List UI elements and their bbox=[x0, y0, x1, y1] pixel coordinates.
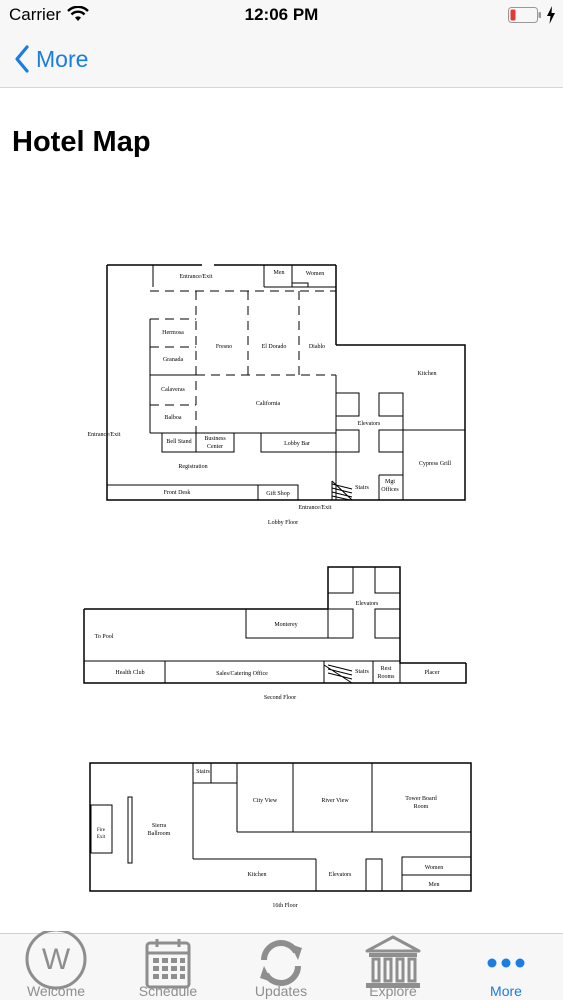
map-label: Rest bbox=[381, 666, 392, 672]
clock: 12:06 PM bbox=[244, 5, 319, 24]
tab-bar: W Welcome Schedule Updates Explore More bbox=[0, 931, 563, 1000]
map-label: City View bbox=[253, 798, 278, 804]
map-label: Tower Board bbox=[405, 796, 436, 802]
map-label: Calaveras bbox=[161, 387, 185, 393]
tab-explore[interactable]: Explore bbox=[337, 934, 449, 1000]
map-label: Lobby Bar bbox=[284, 441, 310, 447]
map-label: Center bbox=[207, 444, 223, 450]
map-label: Front Desk bbox=[164, 490, 191, 496]
floor-caption: 16th Floor bbox=[272, 903, 297, 909]
chevron-left-icon bbox=[15, 45, 29, 73]
map-label: Business bbox=[204, 436, 226, 442]
map-label: Elevators bbox=[329, 872, 352, 878]
tab-more[interactable]: More bbox=[450, 934, 562, 1000]
map-label: Fire bbox=[97, 828, 106, 833]
charging-bolt-icon bbox=[547, 6, 555, 24]
tab-welcome[interactable]: W Welcome bbox=[0, 931, 112, 1000]
page-title: Hotel Map bbox=[12, 126, 151, 158]
map-label: Entrance/Exit bbox=[299, 505, 332, 511]
map-label: Gift Shop bbox=[266, 490, 290, 497]
tab-updates[interactable]: Updates bbox=[225, 934, 337, 1000]
map-label: Sales/Catering Office bbox=[216, 670, 268, 677]
map-label: Diablo bbox=[309, 344, 325, 350]
map-label: Ballroom bbox=[148, 831, 171, 837]
battery-icon bbox=[508, 7, 541, 23]
map-label: Women bbox=[306, 271, 325, 277]
refresh-icon bbox=[260, 940, 302, 986]
map-label: Mgt bbox=[385, 479, 395, 485]
calendar-icon bbox=[145, 939, 191, 989]
map-label: Kitchen bbox=[248, 872, 267, 878]
map-label: Health Club bbox=[115, 670, 144, 676]
map-label: Stairs bbox=[196, 769, 210, 775]
map-label: El Dorado bbox=[262, 344, 287, 350]
floor-caption: Second Floor bbox=[264, 695, 296, 701]
map-label: Entrance/Exit bbox=[88, 432, 121, 438]
map-label: Exit bbox=[97, 835, 106, 840]
tab-schedule-label: Schedule bbox=[138, 983, 198, 999]
tab-more-label: More bbox=[490, 983, 522, 999]
map-label: Men bbox=[274, 270, 285, 276]
map-label: Stairs bbox=[355, 485, 369, 491]
map-label: Men bbox=[429, 882, 440, 888]
map-label: Monterey bbox=[274, 622, 297, 628]
tab-updates-label: Updates bbox=[254, 983, 308, 999]
navigation-bar: More bbox=[0, 30, 563, 88]
map-label: Room bbox=[414, 804, 429, 810]
map-label: Hermosa bbox=[162, 330, 184, 336]
map-label: Bell Stand bbox=[166, 439, 191, 445]
map-label: To Pool bbox=[95, 634, 114, 640]
map-label: Sierra bbox=[152, 823, 167, 829]
map-label: Placer bbox=[425, 670, 440, 676]
map-label: Elevators bbox=[356, 601, 379, 607]
map-label: Registration bbox=[178, 464, 207, 470]
map-label: Fresno bbox=[216, 344, 232, 350]
tab-schedule[interactable]: Schedule bbox=[112, 934, 224, 1000]
map-label: Balboa bbox=[165, 415, 182, 421]
hotel-map-image: Entrance/Exit Men Women Hermosa Granada … bbox=[80, 255, 480, 915]
map-label: Stairs bbox=[355, 669, 369, 675]
map-label: Offices bbox=[381, 486, 399, 493]
map-label: River View bbox=[321, 798, 349, 804]
back-button-label: More bbox=[36, 45, 89, 72]
back-button[interactable]: More bbox=[14, 42, 88, 76]
tab-explore-label: Explore bbox=[369, 983, 417, 999]
svg-text:W: W bbox=[42, 943, 71, 976]
tab-welcome-label: Welcome bbox=[26, 983, 86, 999]
map-label: Granada bbox=[163, 357, 184, 363]
status-bar: Carrier 12:06 PM bbox=[0, 0, 563, 30]
map-label: Elevators bbox=[358, 421, 381, 427]
map-label: Women bbox=[425, 865, 444, 871]
map-label: Cypress Grill bbox=[419, 461, 451, 467]
floor-caption: Lobby Floor bbox=[268, 520, 298, 526]
map-label: California bbox=[256, 400, 281, 407]
hotel-map-floorplan: Entrance/Exit Men Women Hermosa Granada … bbox=[83, 264, 472, 909]
map-label: Entrance/Exit bbox=[180, 274, 213, 280]
map-label: Kitchen bbox=[418, 371, 437, 377]
map-label: Rooms bbox=[377, 674, 395, 680]
more-dots-icon bbox=[487, 958, 525, 968]
